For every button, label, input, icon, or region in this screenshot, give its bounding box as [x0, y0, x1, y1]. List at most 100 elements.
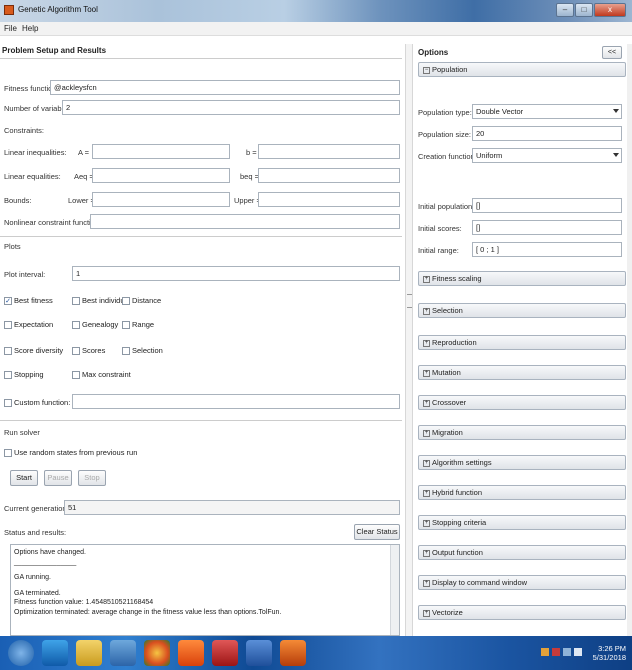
expectation-checkbox[interactable]: Expectation: [4, 320, 53, 329]
score-diversity-checkbox[interactable]: Score diversity: [4, 346, 63, 355]
volume-icon[interactable]: [574, 648, 582, 656]
current-generation-label: Current generation:: [4, 504, 69, 513]
minus-icon: −: [423, 66, 430, 74]
clear-status-button[interactable]: Clear Status: [354, 524, 400, 540]
creation-function-label: Creation function:: [418, 152, 477, 161]
start-button[interactable]: Start: [10, 470, 38, 486]
section-header-output-function[interactable]: + Output function: [418, 545, 626, 560]
initial-scores-input[interactable]: []: [472, 220, 622, 235]
stop-button[interactable]: Stop: [78, 470, 106, 486]
custom-function-checkbox[interactable]: Custom function:: [4, 398, 70, 407]
clock-date: 5/31/2018: [592, 653, 626, 662]
selection-checkbox[interactable]: Selection: [122, 346, 163, 355]
best-fitness-checkbox[interactable]: ✓ Best fitness: [4, 296, 53, 305]
status-line: Optimization terminated: average change …: [14, 608, 282, 616]
aeq-matrix-input[interactable]: [92, 168, 230, 183]
checkbox-icon: [4, 448, 12, 457]
minimize-button[interactable]: –: [556, 3, 574, 17]
matlab-icon[interactable]: [280, 640, 306, 666]
custom-function-input[interactable]: [72, 394, 400, 409]
upper-bound-input[interactable]: [258, 192, 400, 207]
section-header-migration[interactable]: + Migration: [418, 425, 626, 440]
plus-icon: +: [423, 549, 430, 557]
section-header-selection[interactable]: + Selection: [418, 303, 626, 318]
close-button[interactable]: x: [594, 3, 626, 17]
pause-button[interactable]: Pause: [44, 470, 72, 486]
plus-icon: +: [423, 275, 430, 283]
checkbox-icon: [72, 320, 80, 329]
pdf-reader-icon[interactable]: [212, 640, 238, 666]
lower-label: Lower =: [68, 196, 95, 205]
internet-explorer-icon[interactable]: [42, 640, 68, 666]
scores-checkbox[interactable]: Scores: [72, 346, 105, 355]
genealogy-checkbox[interactable]: Genealogy: [72, 320, 118, 329]
collapse-options-button[interactable]: <<: [602, 46, 622, 59]
section-header-stopping-criteria[interactable]: + Stopping criteria: [418, 515, 626, 530]
options-title: Options: [418, 48, 449, 57]
tray-icon[interactable]: [552, 648, 560, 656]
options-scrollbar[interactable]: [627, 44, 632, 636]
checkbox-icon: [4, 346, 12, 355]
status-line: ________________: [14, 558, 77, 566]
initial-range-input[interactable]: [ 0 ; 1 ]: [472, 242, 622, 257]
checkbox-icon: [4, 370, 12, 379]
number-of-variables-input[interactable]: 2: [62, 100, 400, 115]
b-vector-input[interactable]: [258, 144, 400, 159]
initial-population-input[interactable]: []: [472, 198, 622, 213]
panel-splitter[interactable]: [405, 44, 413, 636]
section-header-mutation[interactable]: + Mutation: [418, 365, 626, 380]
beq-vector-input[interactable]: [258, 168, 400, 183]
section-header-display-to-command-window[interactable]: + Display to command window: [418, 575, 626, 590]
maximize-button[interactable]: □: [575, 3, 593, 17]
media-player-icon[interactable]: [110, 640, 136, 666]
max-constraint-checkbox[interactable]: Max constraint: [72, 370, 131, 379]
a-matrix-input[interactable]: [92, 144, 230, 159]
population-size-input[interactable]: 20: [472, 126, 622, 141]
lower-bound-input[interactable]: [92, 192, 230, 207]
range-checkbox[interactable]: Range: [122, 320, 154, 329]
section-header-crossover[interactable]: + Crossover: [418, 395, 626, 410]
menu-help[interactable]: Help: [22, 24, 38, 33]
section-header-label: Selection: [432, 306, 463, 315]
section-header-reproduction[interactable]: + Reproduction: [418, 335, 626, 350]
range-label: Range: [132, 320, 155, 329]
random-states-checkbox[interactable]: Use random states from previous run: [4, 448, 137, 457]
chevron-down-icon: [613, 109, 619, 113]
firefox-icon[interactable]: [178, 640, 204, 666]
section-header-label: Algorithm settings: [432, 458, 492, 467]
plot-interval-input[interactable]: 1: [72, 266, 400, 281]
distance-checkbox[interactable]: Distance: [122, 296, 161, 305]
nonlinear-constraint-input[interactable]: [90, 214, 400, 229]
problem-setup-panel: Problem Setup and Results Fitness functi…: [0, 44, 402, 636]
tray-icon[interactable]: [541, 648, 549, 656]
run-solver-title: Run solver: [4, 428, 40, 437]
stopping-checkbox[interactable]: Stopping: [4, 370, 44, 379]
checkbox-icon: [72, 346, 80, 355]
scores-label: Scores: [82, 346, 106, 355]
beq-label: beq =: [240, 172, 259, 181]
clock[interactable]: 3:26 PM 5/31/2018: [593, 644, 626, 662]
section-header-hybrid-function[interactable]: + Hybrid function: [418, 485, 626, 500]
population-type-label: Population type:: [418, 108, 472, 117]
custom-function-label: Custom function:: [14, 398, 71, 407]
status-scrollbar[interactable]: [390, 545, 399, 635]
plus-icon: +: [423, 429, 430, 437]
fitness-function-input[interactable]: @ackleysfcn: [50, 80, 400, 95]
section-header-algorithm-settings[interactable]: + Algorithm settings: [418, 455, 626, 470]
aeq-label: Aeq =: [74, 172, 94, 181]
creation-function-select[interactable]: Uniform: [472, 148, 622, 163]
section-header-vectorize[interactable]: + Vectorize: [418, 605, 626, 620]
population-type-select[interactable]: Double Vector: [472, 104, 622, 119]
network-icon[interactable]: [563, 648, 571, 656]
start-menu-icon[interactable]: [8, 640, 34, 666]
section-header-fitness-scaling[interactable]: + Fitness scaling: [418, 271, 626, 286]
title-bar: Genetic Algorithm Tool – □ x: [0, 0, 632, 22]
file-explorer-icon[interactable]: [76, 640, 102, 666]
stopping-label: Stopping: [14, 370, 44, 379]
word-icon[interactable]: [246, 640, 272, 666]
chrome-icon[interactable]: [144, 640, 170, 666]
population-section-header[interactable]: − Population: [418, 62, 626, 77]
section-header-label: Stopping criteria: [432, 518, 487, 527]
section-header-label: Hybrid function: [432, 488, 483, 497]
menu-file[interactable]: File: [4, 24, 17, 33]
